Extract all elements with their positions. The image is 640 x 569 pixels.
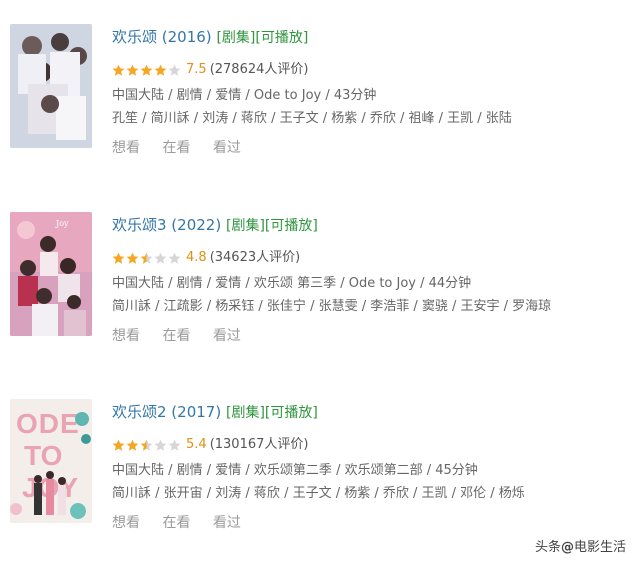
watched-button[interactable]: 看过 [213, 515, 241, 531]
item-meta: 中国大陆 / 剧情 / 爱情 / 欢乐颂 第三季 / Ode to Joy / … [112, 276, 472, 291]
item-cast: 简川訸 / 张开宙 / 刘涛 / 蒋欣 / 王子文 / 杨紫 / 乔欣 / 王凯… [112, 486, 525, 501]
item-meta: 中国大陆 / 剧情 / 爱情 / Ode to Joy / 43分钟 [112, 88, 377, 103]
rating-row: 5.4 (130167人评价) [112, 435, 630, 455]
poster-text: ODE [16, 408, 80, 439]
star-icon [168, 252, 181, 265]
star-icon [112, 439, 125, 452]
star-icon [154, 64, 167, 77]
star-icon [154, 439, 167, 452]
tag-playable[interactable]: [可播放] [265, 405, 318, 421]
watching-button[interactable]: 在看 [162, 328, 190, 344]
rating-row: 4.8 (34623人评价) [112, 248, 630, 268]
item-actions: 想看 在看 看过 [112, 138, 630, 158]
poster-image[interactable]: Joy [10, 212, 92, 336]
watching-button[interactable]: 在看 [162, 515, 190, 531]
item-info: 欢乐颂2 (2017) [剧集][可播放] 5.4 (130167人评价) 中国… [112, 399, 630, 533]
title-row: 欢乐颂2 (2017) [剧集][可播放] [112, 399, 630, 425]
rating-votes[interactable]: (278624人评价) [210, 60, 309, 80]
star-icon [140, 252, 153, 265]
item-meta: 中国大陆 / 剧情 / 爱情 / 欢乐颂第二季 / 欢乐颂第二部 / 45分钟 [112, 463, 478, 478]
item-info: 欢乐颂 (2016) [剧集][可播放] 7.5 (278624人评价) 中国大… [112, 24, 630, 158]
watermark-prefix: 头条 [534, 540, 561, 555]
star-icon [168, 64, 181, 77]
want-to-watch-button[interactable]: 想看 [112, 515, 140, 531]
tag-playable[interactable]: [可播放] [265, 218, 318, 234]
star-icon [126, 252, 139, 265]
rating-score: 7.5 [186, 62, 207, 77]
star-icon [168, 439, 181, 452]
item-actions: 想看 在看 看过 [112, 326, 630, 346]
item-cast: 简川訸 / 江疏影 / 杨采钰 / 张佳宁 / 张慧雯 / 李浩菲 / 窦骁 /… [112, 299, 552, 314]
rating-row: 7.5 (278624人评价) [112, 60, 630, 80]
tag-series[interactable]: [剧集] [226, 405, 265, 421]
star-icon [140, 439, 153, 452]
rating-score: 5.4 [186, 437, 207, 452]
rating-votes[interactable]: (130167人评价) [210, 435, 309, 455]
star-icon [126, 439, 139, 452]
title-row: 欢乐颂3 (2022) [剧集][可播放] [112, 212, 630, 238]
star-icon [154, 252, 167, 265]
watermark: 头条@电影生活 [535, 536, 626, 555]
poster-image[interactable]: ODE TO JOY [10, 399, 92, 523]
star-icon [140, 64, 153, 77]
poster-image[interactable] [10, 24, 92, 148]
item-actions: 想看 在看 看过 [112, 513, 630, 533]
want-to-watch-button[interactable]: 想看 [112, 140, 140, 156]
watermark-name: 电影生活 [573, 540, 626, 555]
item-title[interactable]: 欢乐颂2 (2017) [112, 403, 221, 421]
star-icon [112, 64, 125, 77]
watched-button[interactable]: 看过 [213, 328, 241, 344]
item-cast: 孔笙 / 简川訸 / 刘涛 / 蒋欣 / 王子文 / 杨紫 / 乔欣 / 祖峰 … [112, 111, 512, 126]
item-info: 欢乐颂3 (2022) [剧集][可播放] 4.8 (34623人评价) 中国大… [112, 212, 630, 346]
tag-series[interactable]: [剧集] [226, 218, 265, 234]
rating-stars [112, 64, 182, 77]
star-icon [112, 252, 125, 265]
tag-series[interactable]: [剧集] [216, 30, 255, 46]
rating-votes[interactable]: (34623人评价) [210, 248, 301, 268]
title-row: 欢乐颂 (2016) [剧集][可播放] [112, 24, 630, 50]
rating-stars [112, 439, 182, 452]
want-to-watch-button[interactable]: 想看 [112, 328, 140, 344]
watermark-at: @ [560, 540, 574, 555]
item-title[interactable]: 欢乐颂3 (2022) [112, 216, 221, 234]
svg-text:Joy: Joy [55, 219, 69, 228]
tag-playable[interactable]: [可播放] [255, 30, 308, 46]
item-title[interactable]: 欢乐颂 (2016) [112, 28, 212, 46]
watched-button[interactable]: 看过 [213, 140, 241, 156]
svg-text:TO: TO [24, 440, 62, 471]
star-icon [126, 64, 139, 77]
rating-score: 4.8 [186, 250, 207, 265]
rating-stars [112, 252, 182, 265]
watching-button[interactable]: 在看 [162, 140, 190, 156]
